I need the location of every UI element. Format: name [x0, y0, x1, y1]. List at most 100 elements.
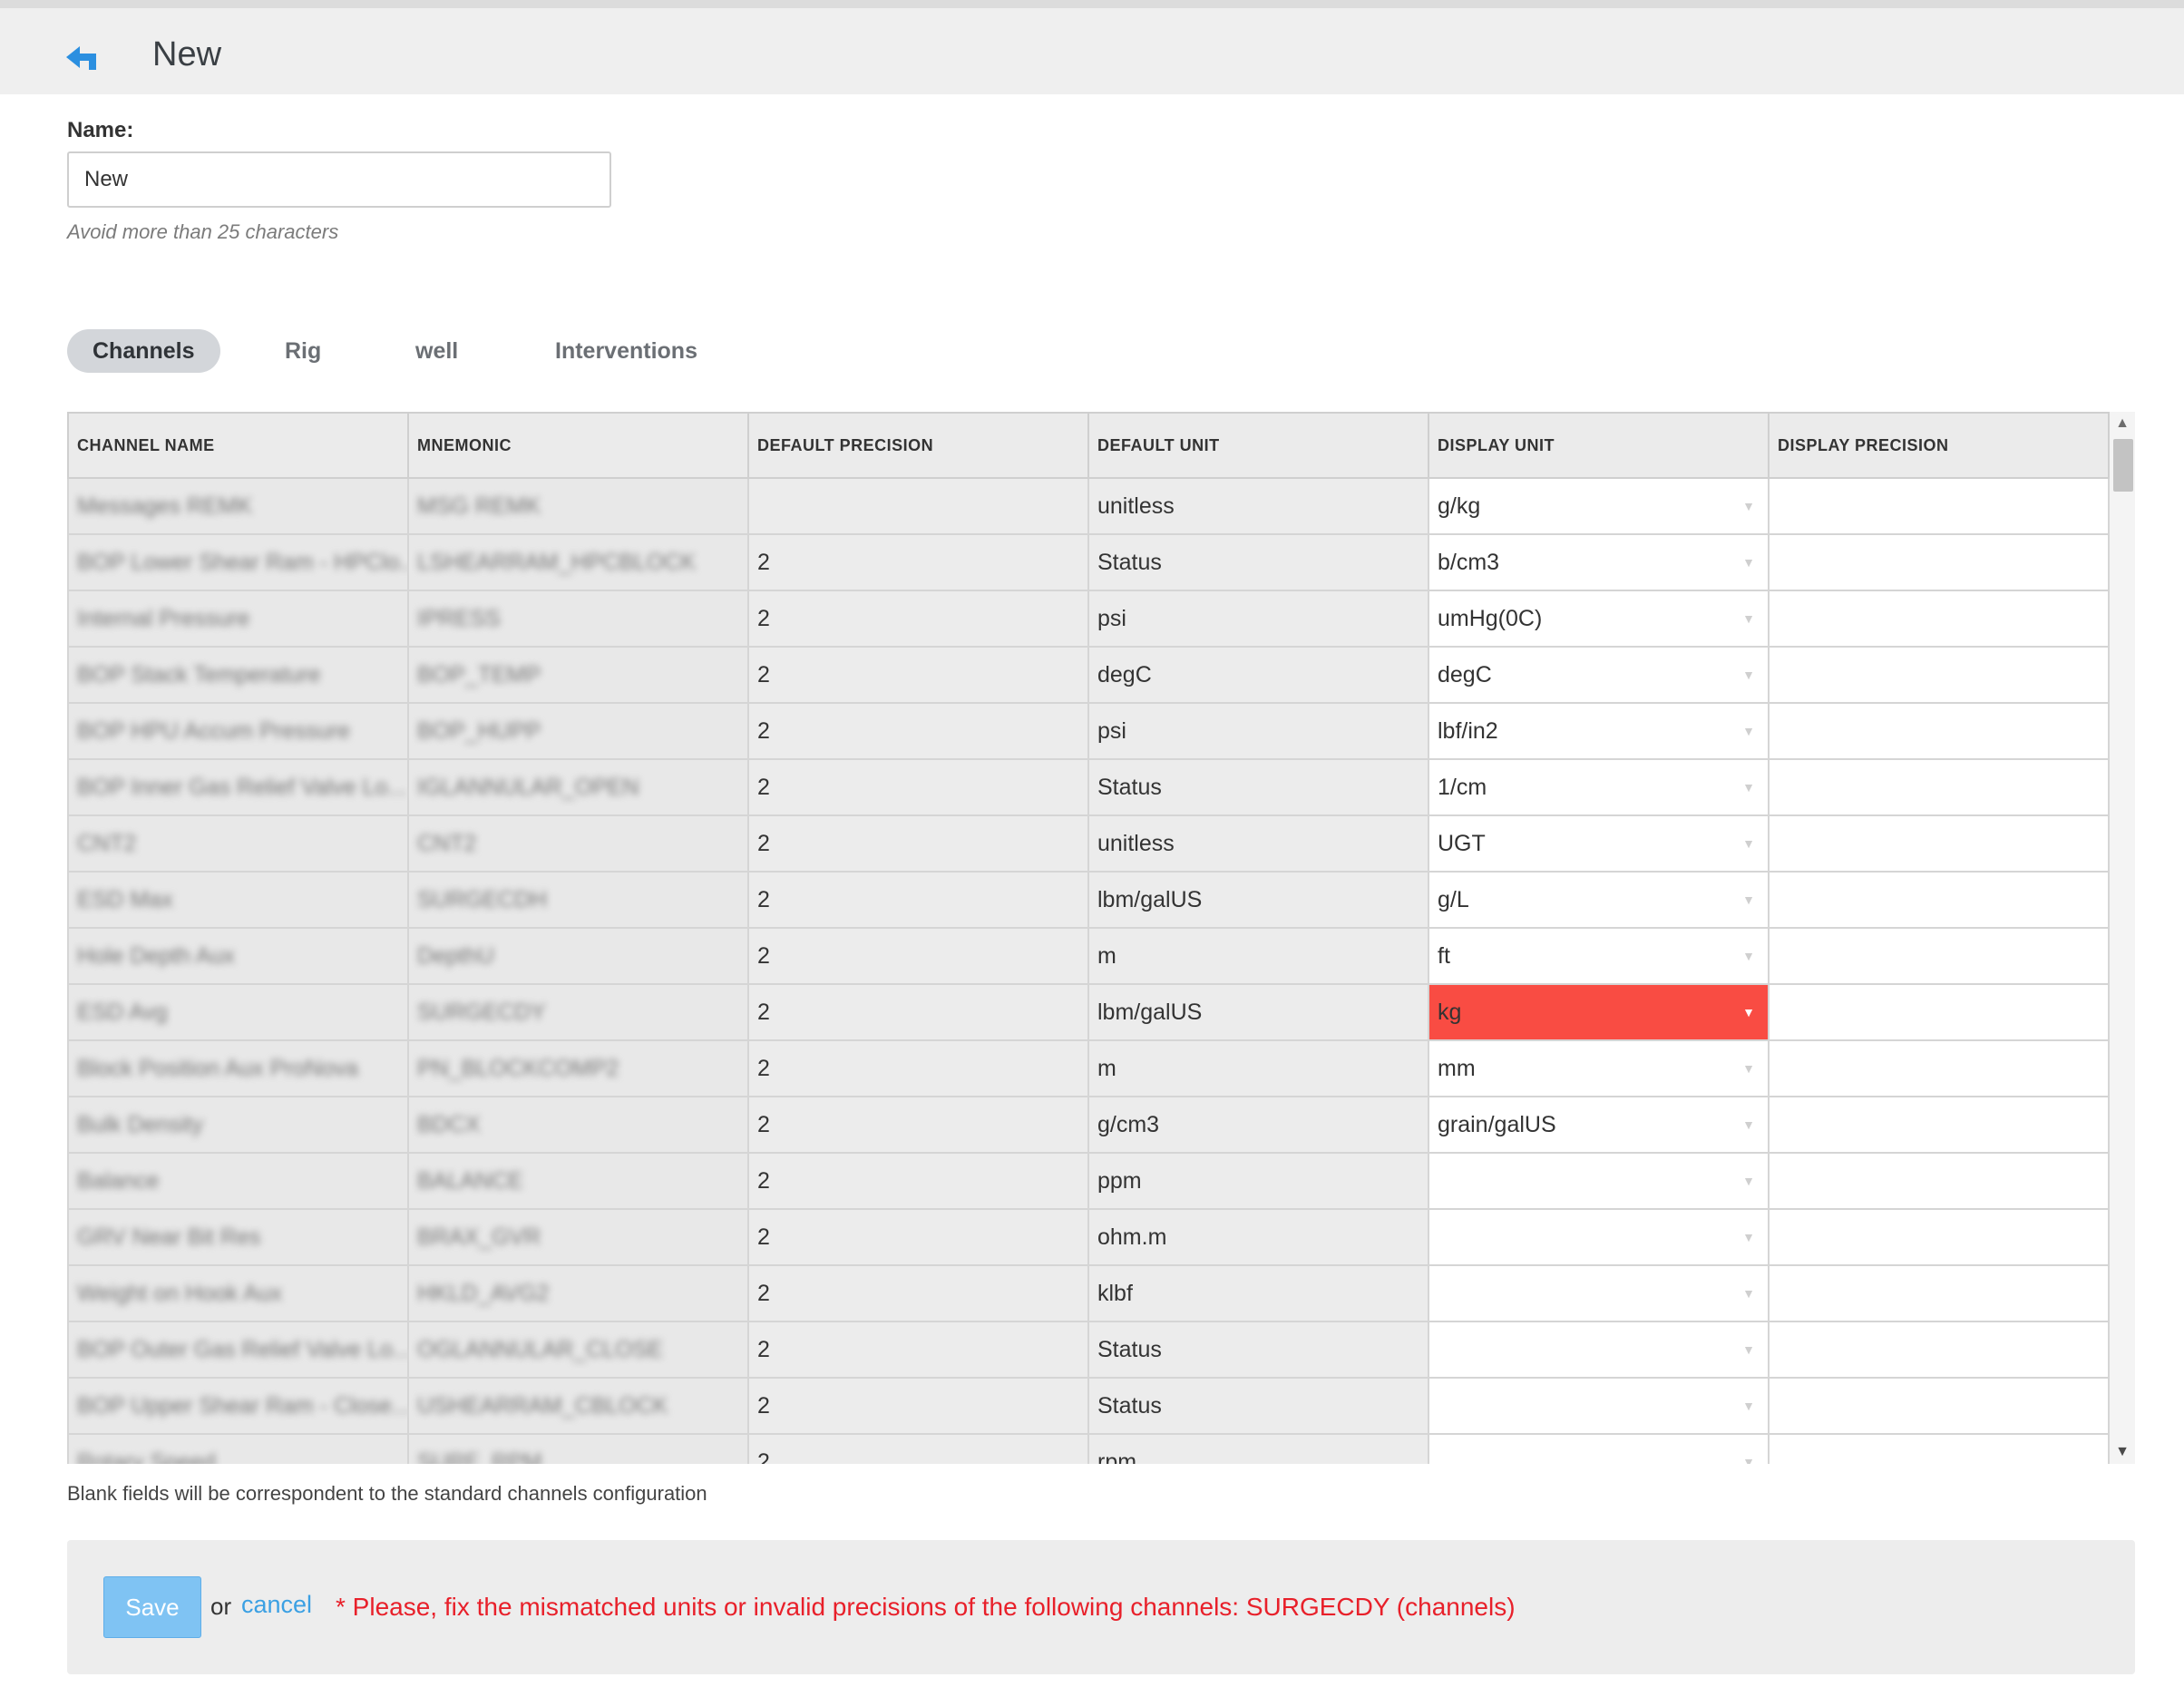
- chevron-down-icon[interactable]: ▼: [1742, 499, 1755, 513]
- table-row: BOP Stack Temperature BOP_TEMP 2 degC degC ▼: [67, 646, 2110, 704]
- display-unit-select[interactable]: ▼: [1428, 1321, 1770, 1379]
- page-title: New: [152, 35, 222, 73]
- display-precision-input[interactable]: [1768, 758, 2110, 816]
- mnemonic-cell: BOP_HUPP: [407, 702, 749, 760]
- display-precision-input[interactable]: [1768, 983, 2110, 1041]
- chevron-down-icon[interactable]: ▼: [1742, 1286, 1755, 1301]
- display-unit-select[interactable]: UGT ▼: [1428, 814, 1770, 873]
- table-scrollbar[interactable]: ▲ ▼: [2110, 412, 2135, 1464]
- display-precision-input[interactable]: [1768, 1433, 2110, 1464]
- tab-rig[interactable]: Rig: [259, 329, 346, 373]
- mnemonic-cell: HKLD_AVG2: [407, 1264, 749, 1322]
- display-precision-input[interactable]: [1768, 1321, 2110, 1379]
- display-unit-select[interactable]: grain/galUS ▼: [1428, 1096, 1770, 1154]
- table-row: Rotary Speed SURF_RPM 2 rpm ▼: [67, 1433, 2110, 1465]
- chevron-down-icon[interactable]: ▼: [1742, 668, 1755, 682]
- display-unit-select[interactable]: ▼: [1428, 1433, 1770, 1464]
- scroll-up-icon[interactable]: ▲: [2110, 415, 2135, 432]
- display-precision-input[interactable]: [1768, 1377, 2110, 1435]
- column-header-default-precision[interactable]: DEFAULT PRECISION: [747, 412, 1089, 479]
- cancel-link[interactable]: cancel: [241, 1591, 312, 1619]
- chevron-down-icon[interactable]: ▼: [1742, 892, 1755, 907]
- display-unit-select[interactable]: lbf/in2 ▼: [1428, 702, 1770, 760]
- display-precision-input[interactable]: [1768, 871, 2110, 929]
- default-unit-cell: klbf: [1087, 1264, 1429, 1322]
- display-unit-select[interactable]: ft ▼: [1428, 927, 1770, 985]
- mnemonic-cell: MSG REMK: [407, 477, 749, 535]
- display-unit-select[interactable]: b/cm3 ▼: [1428, 533, 1770, 591]
- mnemonic-cell-text: BDCX: [417, 1111, 481, 1137]
- column-header-display-precision[interactable]: DISPLAY PRECISION: [1768, 412, 2110, 479]
- default-precision-cell-text: 2: [757, 549, 770, 575]
- default-unit-cell-text: Status: [1097, 1392, 1162, 1419]
- channel-name-cell: Rotary Speed: [67, 1433, 409, 1464]
- display-precision-input[interactable]: [1768, 1152, 2110, 1210]
- chevron-down-icon[interactable]: ▼: [1742, 555, 1755, 570]
- default-precision-cell-text: 2: [757, 1167, 770, 1194]
- scrollbar-thumb[interactable]: [2113, 439, 2133, 492]
- mnemonic-cell: SURGECDH: [407, 871, 749, 929]
- default-precision-cell-text: 2: [757, 605, 770, 631]
- chevron-down-icon[interactable]: ▼: [1742, 1005, 1755, 1019]
- display-precision-input[interactable]: [1768, 533, 2110, 591]
- display-precision-input[interactable]: [1768, 1096, 2110, 1154]
- column-header-mnemonic[interactable]: MNEMONIC: [407, 412, 749, 479]
- display-precision-input[interactable]: [1768, 590, 2110, 648]
- column-header-display-unit[interactable]: DISPLAY UNIT: [1428, 412, 1770, 479]
- display-unit-select[interactable]: kg ▼: [1428, 983, 1770, 1041]
- table-row: BOP Upper Shear Ram - Close... USHEARRAM_…: [67, 1377, 2110, 1435]
- back-arrow-icon[interactable]: [63, 43, 102, 75]
- table-row: Messages REMK MSG REMK unitless g/kg ▼: [67, 477, 2110, 535]
- chevron-down-icon[interactable]: ▼: [1742, 780, 1755, 795]
- chevron-down-icon[interactable]: ▼: [1742, 1455, 1755, 1464]
- mnemonic-cell-text: CNT2: [417, 830, 477, 856]
- chevron-down-icon[interactable]: ▼: [1742, 1399, 1755, 1413]
- default-precision-cell-text: 2: [757, 1448, 770, 1465]
- chevron-down-icon[interactable]: ▼: [1742, 611, 1755, 626]
- column-header-default-unit[interactable]: DEFAULT UNIT: [1087, 412, 1429, 479]
- chevron-down-icon[interactable]: ▼: [1742, 1117, 1755, 1132]
- save-button[interactable]: Save: [103, 1576, 201, 1638]
- channel-name-cell: Bulk Density: [67, 1096, 409, 1154]
- display-precision-input[interactable]: [1768, 477, 2110, 535]
- display-unit-select[interactable]: ▼: [1428, 1208, 1770, 1266]
- display-unit-select[interactable]: g/kg ▼: [1428, 477, 1770, 535]
- default-unit-cell: lbm/galUS: [1087, 871, 1429, 929]
- chevron-down-icon[interactable]: ▼: [1742, 1342, 1755, 1357]
- display-unit-select[interactable]: degC ▼: [1428, 646, 1770, 704]
- display-unit-select[interactable]: ▼: [1428, 1264, 1770, 1322]
- column-header-channel-name[interactable]: CHANNEL NAME: [67, 412, 409, 479]
- display-precision-input[interactable]: [1768, 927, 2110, 985]
- chevron-down-icon[interactable]: ▼: [1742, 1230, 1755, 1244]
- display-unit-select[interactable]: 1/cm ▼: [1428, 758, 1770, 816]
- display-unit-select-text: UGT: [1438, 830, 1486, 856]
- display-precision-input[interactable]: [1768, 814, 2110, 873]
- tab-interventions[interactable]: Interventions: [530, 329, 723, 373]
- display-unit-select[interactable]: ▼: [1428, 1152, 1770, 1210]
- display-unit-select[interactable]: umHg(0C) ▼: [1428, 590, 1770, 648]
- chevron-down-icon[interactable]: ▼: [1742, 724, 1755, 738]
- scroll-down-icon[interactable]: ▼: [2110, 1444, 2135, 1460]
- display-precision-input[interactable]: [1768, 702, 2110, 760]
- validation-error-message: * Please, fix the mismatched units or in…: [336, 1593, 1516, 1621]
- chevron-down-icon[interactable]: ▼: [1742, 1174, 1755, 1188]
- chevron-down-icon[interactable]: ▼: [1742, 949, 1755, 963]
- tab-well[interactable]: well: [390, 329, 483, 373]
- display-precision-input[interactable]: [1768, 646, 2110, 704]
- display-unit-select[interactable]: ▼: [1428, 1377, 1770, 1435]
- mnemonic-cell: CNT2: [407, 814, 749, 873]
- chevron-down-icon[interactable]: ▼: [1742, 836, 1755, 851]
- tab-channels[interactable]: Channels: [67, 329, 220, 373]
- display-unit-select[interactable]: g/L ▼: [1428, 871, 1770, 929]
- display-precision-input[interactable]: [1768, 1208, 2110, 1266]
- name-input[interactable]: [67, 151, 611, 208]
- default-unit-cell-text: m: [1097, 1055, 1116, 1081]
- channel-name-cell-text: Weight on Hook Aux: [77, 1280, 283, 1306]
- display-unit-select[interactable]: mm ▼: [1428, 1039, 1770, 1097]
- display-precision-input[interactable]: [1768, 1039, 2110, 1097]
- mnemonic-cell: BOP_TEMP: [407, 646, 749, 704]
- display-precision-input[interactable]: [1768, 1264, 2110, 1322]
- channel-name-cell: ESD Max: [67, 871, 409, 929]
- channel-name-cell: BOP Stack Temperature: [67, 646, 409, 704]
- chevron-down-icon[interactable]: ▼: [1742, 1061, 1755, 1076]
